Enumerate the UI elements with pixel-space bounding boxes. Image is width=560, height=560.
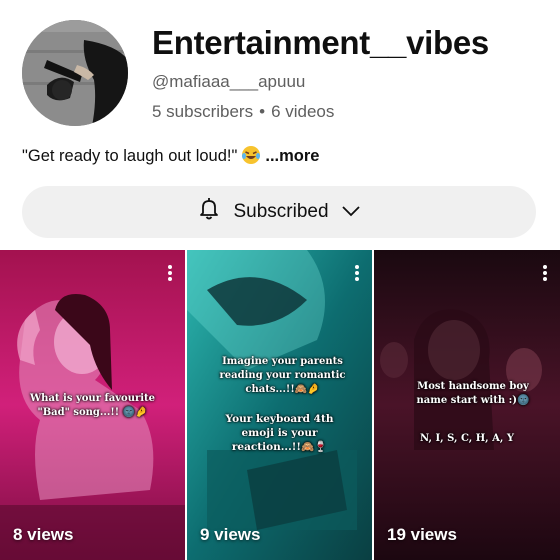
- short-views: 19 views: [387, 525, 457, 544]
- short-tile[interactable]: Most handsome boy name start with :)🌚 N,…: [374, 250, 560, 560]
- short-tile[interactable]: What is your favourite "Bad" song...!! 🌚…: [0, 250, 185, 560]
- more-link[interactable]: ...more: [265, 147, 319, 165]
- short-caption: Most handsome boy name start with :)🌚: [416, 381, 530, 406]
- short-views: 9 views: [200, 525, 261, 544]
- subscribed-label: Subscribed: [233, 201, 329, 222]
- channel-handle: @mafiaaa___apuuu: [152, 72, 306, 91]
- channel-name: Entertainment__vibes: [152, 24, 489, 61]
- more-options-icon[interactable]: [354, 264, 360, 282]
- shorts-grid: What is your favourite "Bad" song...!! 🌚…: [0, 250, 560, 560]
- short-caption: Imagine your parents reading your romant…: [219, 356, 346, 395]
- short-caption-secondary: N, I, S, C, H, A, Y: [420, 433, 514, 444]
- more-options-icon[interactable]: [167, 264, 173, 282]
- description-text: "Get ready to laugh out loud!": [22, 147, 238, 165]
- short-caption-secondary: Your keyboard 4th emoji is your reaction…: [225, 413, 334, 453]
- subscriber-count: 5 subscribers: [152, 102, 254, 121]
- bell-icon: [197, 196, 221, 228]
- channel-avatar[interactable]: [22, 20, 128, 126]
- avatar-image: [22, 20, 128, 126]
- short-tile[interactable]: Imagine your parents reading your romant…: [187, 250, 372, 560]
- laughing-emoji-icon: [241, 145, 261, 165]
- stats-separator: •: [259, 102, 266, 121]
- channel-stats: 5 subscribers • 6 videos: [152, 102, 334, 122]
- video-count: 6 videos: [271, 102, 335, 121]
- more-options-icon[interactable]: [542, 264, 548, 282]
- channel-description[interactable]: "Get ready to laugh out loud!" ...more: [22, 145, 319, 166]
- chevron-down-icon: [341, 201, 361, 223]
- short-thumbnail: [187, 250, 372, 560]
- short-views: 8 views: [13, 525, 74, 544]
- short-caption: What is your favourite "Bad" song...!! 🌚…: [29, 393, 156, 418]
- subscribed-button[interactable]: Subscribed: [22, 186, 536, 238]
